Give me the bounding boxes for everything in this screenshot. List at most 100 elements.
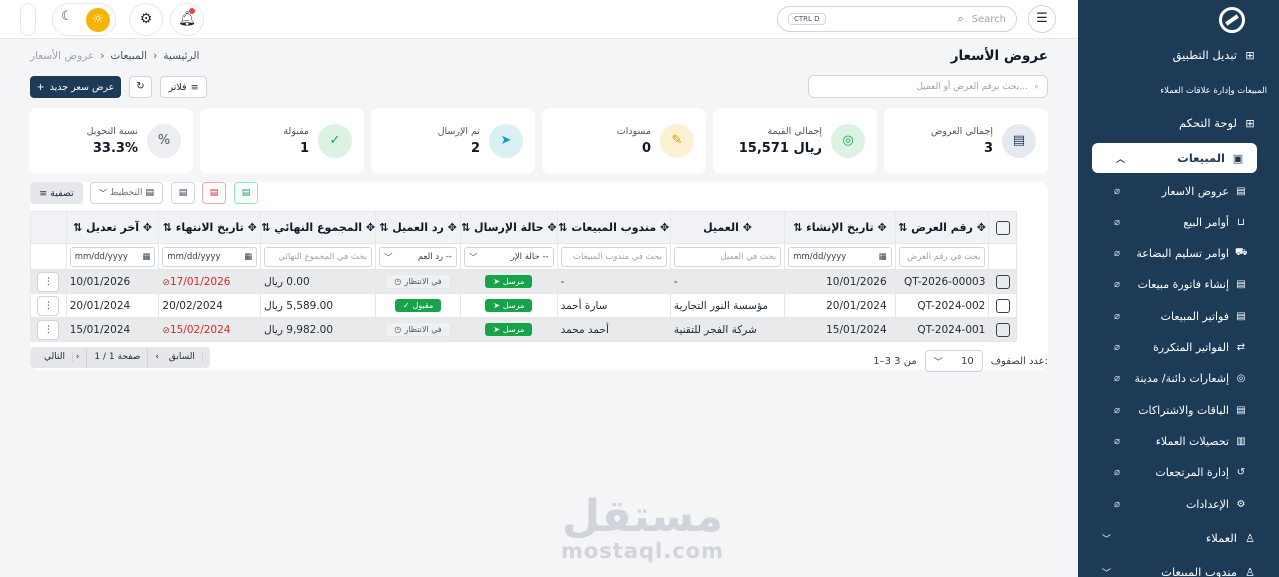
row-menu-icon[interactable]: ⋮ — [37, 271, 60, 292]
shortcut-badge: CTRL D — [788, 13, 826, 25]
stat-card: % نسبة التحويل 33.3% — [29, 108, 193, 174]
column-header-created[interactable]: ✥ تاريخ الإنشاء ⇅ — [784, 211, 896, 244]
theme-toggle[interactable]: ☼ ☾ — [52, 3, 116, 36]
cell-send-status: مرسل ➤ — [459, 293, 558, 318]
reply-badge: في الانتظار ◷ — [385, 274, 451, 289]
sidebar-subitem[interactable]: ⇄ الفواتير المتكررة ⌀ — [1078, 336, 1279, 360]
export-excel-button[interactable]: ▤ — [234, 182, 258, 204]
row-checkbox[interactable] — [995, 298, 1010, 313]
row-menu-icon[interactable]: ⋮ — [37, 319, 60, 340]
table-row[interactable]: QT-2026-00003 10/01/2026 - - مرسل ➤ في ا… — [30, 269, 1017, 294]
filter-total-input[interactable]: بحث في المجموع النهائي — [264, 246, 373, 267]
row-menu-icon[interactable]: ⋮ — [37, 295, 60, 316]
column-header-modified[interactable]: ✥ آخر تعديل ⇅ — [65, 211, 160, 244]
filter-modified-date[interactable]: mm/dd/yyyy ▦ — [69, 246, 156, 267]
column-header-total[interactable]: ✥ المجموع النهائي ⇅ — [260, 211, 377, 244]
row-checkbox[interactable] — [995, 322, 1010, 337]
filter-created-date[interactable]: mm/dd/yyyy ▦ — [788, 246, 892, 267]
sort-icon[interactable]: ⇅ — [558, 221, 567, 234]
excel-icon: ▤ — [241, 188, 251, 198]
sort-icon[interactable]: ⇅ — [461, 221, 470, 234]
collapse-pill[interactable] — [20, 3, 36, 36]
user-icon: ♙ — [1245, 565, 1255, 577]
sun-icon[interactable]: ☼ — [86, 8, 110, 32]
row-checkbox[interactable] — [995, 274, 1010, 289]
sort-icon[interactable]: ⇅ — [793, 221, 802, 234]
cell-expiry: 20/02/2024 — [158, 293, 262, 318]
filter-expiry-date[interactable]: mm/dd/yyyy ▦ — [162, 246, 258, 267]
menu-toggle-icon[interactable]: ☰ — [1028, 5, 1056, 33]
column-header-number[interactable]: ✥ رقم العرض ⇅ — [894, 211, 990, 244]
sort-icon[interactable]: ⇅ — [379, 221, 388, 234]
export-pdf-button[interactable]: ▤ — [202, 182, 226, 204]
cell-customer: مؤسسة النور التجارية — [669, 293, 786, 318]
sort-icon[interactable]: ⇅ — [163, 221, 172, 234]
repeat-icon: ⇄ — [1236, 342, 1246, 353]
cell-modified: 10/01/2026 — [65, 269, 160, 294]
sidebar: ⊞ تبديل التطبيق المبيعات وإدارة علاقات ا… — [1078, 0, 1279, 577]
sidebar-subitem[interactable]: ⛟ اوامر تسليم البضاعة ⌀ — [1078, 242, 1279, 266]
column-header-rep[interactable]: ✥ مندوب المبيعات ⇅ — [556, 211, 671, 244]
column-header-reply[interactable]: ✥ رد العميل ⇅ — [375, 211, 461, 244]
doc-icon: ▤ — [1236, 185, 1246, 197]
table-row[interactable]: QT-2024-001 15/01/2024 شركة الفجر للتقني… — [30, 317, 1017, 342]
sidebar-subitem[interactable]: ▤ عروض الاسعار ⌀ — [1078, 179, 1279, 203]
column-header-customer[interactable]: ✥ العميل — [669, 211, 786, 244]
sidebar-item-switch-app[interactable]: ⊞ تبديل التطبيق — [1078, 40, 1279, 70]
prev-page-button[interactable]: ‹ السابق — [148, 347, 210, 368]
sidebar-subitem[interactable]: ▥ تحصيلات العملاء ⌀ — [1078, 429, 1279, 453]
moon-icon[interactable]: ☾ — [61, 9, 73, 24]
filter-number-input[interactable]: بحث في رقم العرض — [898, 246, 986, 267]
notifications-button[interactable]: 🔔︎ — [170, 3, 204, 36]
sort-icon[interactable]: ⇅ — [898, 221, 907, 234]
settings-button[interactable]: ⚙ — [129, 3, 163, 36]
calendar-icon[interactable]: ▦ — [244, 252, 252, 262]
sidebar-subitem[interactable]: ⊔ أوامر البيع ⌀ — [1078, 210, 1279, 234]
calendar-icon[interactable]: ▦ — [142, 252, 150, 262]
sidebar-subitem[interactable]: ▤ إنشاء فاتورة مبيعات ⌀ — [1078, 273, 1279, 297]
filter-customer-input[interactable]: بحث في العميل — [673, 246, 782, 267]
filter-reply-select[interactable]: -- رد العم ﹀ — [379, 246, 457, 267]
cell-number[interactable]: QT-2024-002 — [894, 293, 990, 318]
sidebar-item-sales-reps[interactable]: ♙ مندوب المبيعات ﹀ — [1078, 557, 1279, 577]
export-print-button[interactable]: ▤ — [171, 182, 195, 204]
app-logo-icon — [1219, 7, 1245, 33]
sidebar-subitem[interactable]: ▤ الباقات والاشتراكات ⌀ — [1078, 398, 1279, 422]
cell-rep: سارة أحمد — [556, 293, 671, 318]
breadcrumb-sales[interactable]: المبيعات — [110, 50, 147, 62]
cell-number[interactable]: QT-2024-001 — [894, 317, 990, 342]
sort-filter-button[interactable]: ≡ تصفية — [30, 182, 83, 204]
filters-button[interactable]: فلاتر ≡ — [160, 76, 207, 98]
calendar-icon[interactable]: ▦ — [879, 252, 887, 262]
stat-card: ▤ إجمالي العروض 3 — [884, 108, 1048, 174]
filter-send-select[interactable]: -- حالة الإر ﹀ — [463, 246, 554, 267]
column-header-expiry[interactable]: ✥ تاريخ الانتهاء ⇅ — [158, 211, 262, 244]
sidebar-item-customers[interactable]: ♙ العملاء ﹀ — [1078, 523, 1279, 553]
layout-button[interactable]: ﹀ التخطيط ▤ — [90, 182, 163, 204]
cell-number[interactable]: QT-2026-00003 — [894, 269, 990, 294]
sort-icon[interactable]: ⇅ — [73, 221, 82, 234]
sidebar-subitem[interactable]: ◎ إشعارات دائنة/ مدينة ⌀ — [1078, 367, 1279, 391]
filter-rep-input[interactable]: بحث في مندوب المبيعات — [560, 246, 667, 267]
table-row[interactable]: QT-2024-002 20/01/2024 مؤسسة النور التجا… — [30, 293, 1017, 318]
cell-send-status: مرسل ➤ — [459, 269, 558, 294]
column-header-send-status[interactable]: ✥ حالة الإرسال ⇅ — [459, 211, 558, 244]
global-search[interactable]: Search ⌕ CTRL D — [777, 6, 1017, 32]
breadcrumb-home[interactable]: الرئيسية — [163, 50, 199, 62]
next-page-button[interactable]: التالي › — [30, 347, 88, 368]
return-icon: ↺ — [1236, 467, 1246, 479]
sidebar-item-sales[interactable]: ▣ المبيعات ︿ — [1092, 143, 1257, 173]
slash-dot-icon: ⌀ — [1114, 498, 1121, 510]
sidebar-subitem[interactable]: ⚙ الإعدادات ⌀ — [1078, 492, 1279, 516]
sidebar-caption: المبيعات وإدارة علاقات العملاء — [1160, 86, 1267, 96]
rows-per-page-select[interactable]: 10 ﹀ — [924, 350, 983, 372]
sidebar-item-dashboard[interactable]: ⊞ لوحة التحكم — [1078, 108, 1279, 138]
sort-icon[interactable]: ⇅ — [261, 221, 270, 234]
new-quote-button[interactable]: + عرض سعر جديد — [30, 76, 121, 98]
select-all-checkbox[interactable] — [995, 220, 1010, 235]
sidebar-subitem[interactable]: ↺ إدارة المرتجعات ⌀ — [1078, 461, 1279, 485]
refresh-button[interactable]: ↻ — [129, 76, 152, 98]
quote-search-input[interactable]: ⌕ بحث برقم العرض أو العميل... — [808, 75, 1048, 98]
settings-icon: ⚙ — [1236, 498, 1246, 510]
sidebar-subitem[interactable]: ▤ فواتير المبيعات ⌀ — [1078, 304, 1279, 328]
